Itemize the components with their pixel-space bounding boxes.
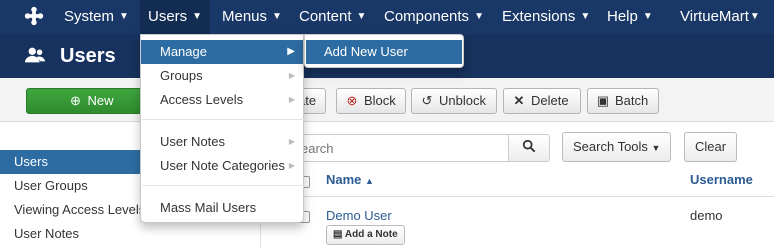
chevron-right-icon: ▶ <box>288 161 295 170</box>
block-button[interactable]: ⊗ Block <box>336 88 406 114</box>
users-icon <box>24 44 46 66</box>
search-icon <box>522 139 536 156</box>
nav-help[interactable]: Help ▼ <box>607 0 653 34</box>
new-button-label: New <box>87 93 114 108</box>
manage-submenu: Add New User <box>304 34 464 68</box>
x-icon: ✕ <box>513 93 525 108</box>
plus-circle-icon: ⊕ <box>70 93 81 108</box>
caret-down-icon: ▼ <box>192 11 203 23</box>
add-note-label: Add a Note <box>344 229 398 240</box>
user-name-link[interactable]: Demo User <box>326 208 392 223</box>
nav-extensions[interactable]: Extensions ▼ <box>502 0 590 34</box>
search-tools-label: Search Tools <box>573 139 648 154</box>
caret-down-icon: ▼ <box>651 143 661 153</box>
caret-down-icon: ▼ <box>749 11 760 23</box>
chevron-right-icon: ▶ <box>288 71 295 80</box>
add-note-button[interactable]: ▤ Add a Note <box>326 225 405 245</box>
unblock-button-label: Unblock <box>439 93 486 108</box>
submenu-item-add-new-user[interactable]: Add New User <box>306 40 462 64</box>
search-tools-button[interactable]: Search Tools ▼ <box>562 132 672 162</box>
nav-system[interactable]: System ▼ <box>64 0 129 34</box>
nav-help-label: Help <box>607 8 638 25</box>
column-header-name[interactable]: Name ▲ <box>326 172 374 187</box>
menu-item-manage[interactable]: Manage ▶ <box>141 40 303 64</box>
menu-divider <box>142 185 304 186</box>
undo-icon: ↺ <box>421 93 433 108</box>
batch-button[interactable]: ▣ Batch <box>587 88 659 114</box>
menu-item-access-levels-label: Access Levels <box>160 92 244 107</box>
menu-item-groups[interactable]: Groups ▶ <box>141 64 303 88</box>
unblock-button[interactable]: ↺ Unblock <box>411 88 497 114</box>
column-header-username[interactable]: Username <box>690 172 753 187</box>
nav-users[interactable]: Users ▼ <box>140 0 211 34</box>
user-username: demo <box>690 208 723 223</box>
search-input[interactable] <box>292 134 508 162</box>
menu-item-user-note-categories-label: User Note Categories <box>160 158 285 173</box>
menu-item-mass-mail-users-label: Mass Mail Users <box>160 200 257 215</box>
menu-item-manage-label: Manage <box>160 44 207 59</box>
chevron-right-icon: ▶ <box>288 95 295 104</box>
new-button[interactable]: ⊕ New <box>26 88 156 114</box>
sort-ascending-icon: ▲ <box>365 176 374 186</box>
nav-system-label: System <box>64 8 115 25</box>
clear-label: Clear <box>695 139 727 154</box>
sidebar-item-user-notes[interactable]: User Notes <box>0 222 168 246</box>
batch-icon: ▣ <box>596 93 610 108</box>
nav-virtuemart[interactable]: VirtueMart▼ <box>680 0 760 34</box>
nav-menus[interactable]: Menus ▼ <box>222 0 282 34</box>
toolbar: ⊕ New ate ⊗ Block ↺ Unblock ✕ Delete ▣ Batch <box>0 78 774 122</box>
caret-down-icon: ▼ <box>272 11 282 23</box>
menu-divider <box>142 119 304 120</box>
block-button-label: Block <box>364 93 396 108</box>
chevron-right-icon: ▶ <box>288 137 295 146</box>
nav-extensions-label: Extensions <box>502 8 576 25</box>
menu-item-access-levels[interactable]: Access Levels ▶ <box>141 88 303 112</box>
caret-down-icon: ▼ <box>474 11 484 23</box>
nav-components-label: Components <box>384 8 470 25</box>
page-title: Users <box>60 45 116 67</box>
search-button[interactable] <box>508 134 550 162</box>
nav-menus-label: Menus <box>222 8 268 25</box>
nav-content[interactable]: Content ▼ <box>299 0 366 34</box>
note-icon: ▤ <box>333 229 343 240</box>
delete-button[interactable]: ✕ Delete <box>503 88 581 114</box>
delete-button-label: Delete <box>531 93 569 108</box>
nav-users-label: Users <box>148 8 188 25</box>
joomla-logo-icon[interactable] <box>22 5 46 29</box>
column-name-label: Name <box>326 172 362 187</box>
table-divider <box>290 196 774 197</box>
nav-content-label: Content <box>299 8 352 25</box>
caret-down-icon: ▼ <box>119 11 129 23</box>
top-navbar: System ▼ Users ▼ Menus ▼ Content ▼ Component… <box>0 0 774 34</box>
caret-down-icon: ▼ <box>580 11 591 23</box>
menu-item-user-notes[interactable]: User Notes ▶ <box>141 130 303 154</box>
chevron-right-icon: ▶ <box>287 46 295 57</box>
menu-item-user-notes-label: User Notes <box>160 134 226 149</box>
nav-components[interactable]: Components ▼ <box>384 0 484 34</box>
nav-virtuemart-label: VirtueMart <box>680 8 749 25</box>
menu-item-mass-mail-users[interactable]: Mass Mail Users <box>141 196 303 220</box>
users-dropdown-menu: Manage ▶ Groups ▶ Access Levels ▶ User Note… <box>140 34 304 223</box>
caret-down-icon: ▼ <box>642 11 653 23</box>
batch-button-label: Batch <box>615 93 649 108</box>
caret-down-icon: ▼ <box>356 11 367 23</box>
block-icon: ⊗ <box>346 93 358 108</box>
menu-item-groups-label: Groups <box>160 68 203 83</box>
menu-item-user-note-categories[interactable]: User Note Categories ▶ <box>141 154 303 178</box>
clear-button[interactable]: Clear <box>684 132 738 162</box>
